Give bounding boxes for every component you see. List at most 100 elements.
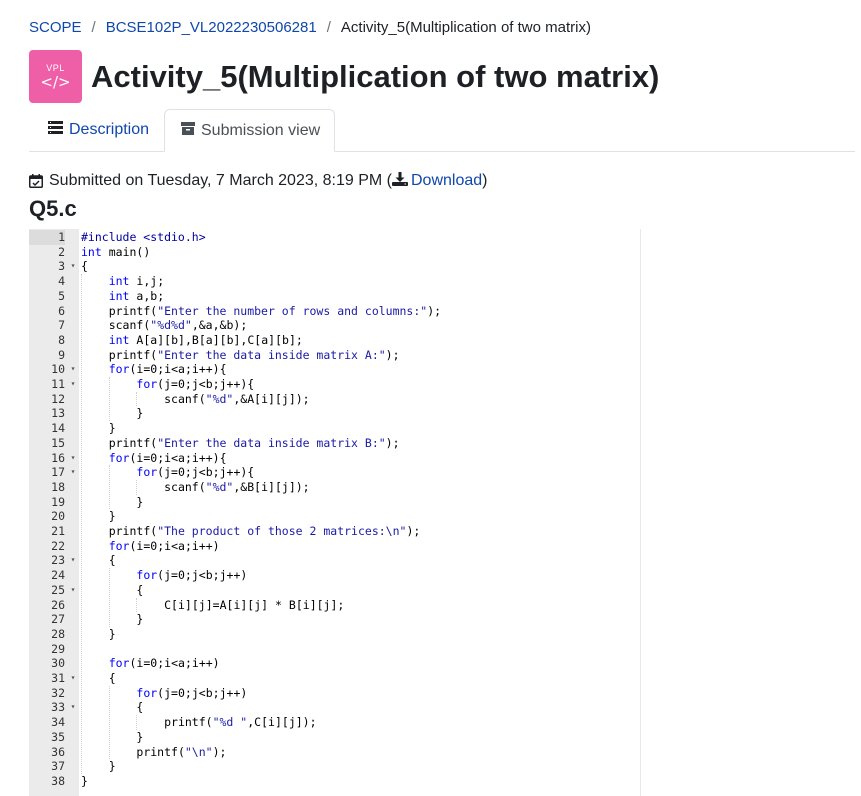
code-line[interactable]: 23 ▾ { — [29, 553, 641, 568]
fold-arrow-icon[interactable]: ▾ — [68, 465, 78, 480]
code-text: for(j=0;j<b;j++) — [136, 568, 248, 583]
line-number: 4 — [58, 274, 65, 289]
code-text: { — [81, 582, 144, 597]
code-line[interactable]: 36 printf("\n"); — [29, 745, 641, 760]
code-line[interactable]: 17 ▾ for(j=0;j<b;j++){ — [29, 465, 641, 480]
code-line[interactable]: 20 } — [29, 509, 641, 524]
breadcrumb: SCOPE / BCSE102P_VL2022230506281 / Activ… — [29, 17, 591, 37]
code-line[interactable]: 6 printf("Enter the number of rows and c… — [29, 304, 641, 319]
code-text: for(i=0;i<a;i++){ — [108, 450, 227, 465]
code-line[interactable]: 5 int a,b; — [29, 289, 641, 304]
code-line[interactable]: 34 printf("%d ",C[i][j]); — [29, 715, 641, 730]
indent-guide — [108, 377, 110, 422]
indent-guide — [108, 685, 110, 760]
fold-arrow-icon[interactable]: ▾ — [68, 700, 78, 715]
tab-description[interactable]: Description — [29, 109, 149, 151]
line-number: 2 — [58, 244, 65, 259]
line-number: 31 — [51, 671, 65, 685]
code-line[interactable]: 12 scanf("%d",&A[i][j]); — [29, 392, 641, 407]
code-text: scanf("%d",&B[i][j]); — [164, 479, 310, 494]
code-text: scanf("%d%d",&a,&b); — [108, 318, 248, 333]
breadcrumb-item-section[interactable]: BCSE102P_VL2022230506281 — [106, 19, 317, 36]
code-text: { — [81, 700, 144, 715]
fold-arrow-icon[interactable]: ▾ — [68, 583, 78, 598]
code-line[interactable]: 38} — [29, 774, 641, 789]
code-line[interactable]: 24 for(j=0;j<b;j++) — [29, 568, 641, 583]
code-line[interactable]: 3 ▾{ — [29, 259, 641, 274]
line-number: 13 — [51, 406, 65, 421]
code-line[interactable]: 15 printf("Enter the data inside matrix … — [29, 436, 641, 451]
code-line[interactable]: 32 for(j=0;j<b;j++) — [29, 686, 641, 701]
line-number: 3 — [58, 259, 65, 274]
code-text: C[i][j]=A[i][j] * B[i][j]; — [164, 597, 345, 612]
code-line[interactable]: 18 scanf("%d",&B[i][j]); — [29, 480, 641, 495]
submission-info: Submitted on Tuesday, 7 March 2023, 8:19… — [29, 172, 487, 190]
tab-submission-view[interactable]: Submission view — [164, 109, 335, 152]
code-line[interactable]: 4 int i,j; — [29, 274, 641, 289]
code-line[interactable]: 25 ▾ { — [29, 583, 641, 598]
code-line[interactable]: 29 — [29, 642, 641, 657]
code-text: for(i=0;i<a;i++) — [108, 538, 220, 553]
line-number: 25 — [51, 582, 65, 597]
code-line[interactable]: 2 int main() — [29, 245, 641, 260]
indent-guide — [136, 391, 138, 407]
line-number: 15 — [51, 435, 65, 450]
download-label: Download — [411, 172, 483, 189]
code-text: printf("Enter the data inside matrix B:"… — [108, 435, 400, 450]
line-number: 5 — [58, 288, 65, 303]
code-text: int A[a][b],B[a][b],C[a][b]; — [108, 332, 303, 347]
submission-date-text: Submitted on Tuesday, 7 March 2023, 8:19… — [49, 172, 392, 189]
indent-guide — [136, 715, 138, 730]
fold-arrow-icon[interactable]: ▾ — [68, 451, 78, 466]
line-number: 1 — [29, 230, 65, 245]
tab-bar: Description Submission view — [29, 109, 855, 152]
fold-arrow-icon[interactable]: ▾ — [68, 553, 78, 568]
code-line[interactable]: 28 } — [29, 627, 641, 642]
code-text: for(j=0;j<b;j++) — [136, 685, 248, 700]
code-text: scanf("%d",&A[i][j]); — [164, 391, 310, 406]
breadcrumb-separator: / — [91, 18, 96, 36]
indent-guide — [136, 479, 138, 495]
code-line[interactable]: 1 #include <stdio.h> — [29, 230, 641, 245]
code-line[interactable]: 8 int A[a][b],B[a][b],C[a][b]; — [29, 333, 641, 348]
code-text: for(i=0;i<a;i++) — [108, 656, 220, 671]
download-link[interactable]: Download — [392, 172, 482, 190]
code-line[interactable]: 26 C[i][j]=A[i][j] * B[i][j]; — [29, 598, 641, 613]
fold-arrow-icon[interactable]: ▾ — [68, 671, 78, 686]
code-line[interactable]: 14 } — [29, 421, 641, 436]
breadcrumb-item-course[interactable]: SCOPE — [29, 19, 82, 36]
code-line[interactable]: 31 ▾ { — [29, 671, 641, 686]
code-text: } — [81, 626, 116, 641]
fold-arrow-icon[interactable]: ▾ — [68, 259, 78, 274]
code-text: printf("Enter the data inside matrix A:"… — [108, 347, 400, 362]
line-number: 35 — [51, 729, 65, 744]
code-text: printf("%d ",C[i][j]); — [164, 715, 317, 730]
code-line[interactable]: 22 for(i=0;i<a;i++) — [29, 539, 641, 554]
code-line[interactable]: 11 ▾ for(j=0;j<b;j++){ — [29, 377, 641, 392]
code-line[interactable]: 27 } — [29, 612, 641, 627]
code-text: } — [81, 494, 144, 509]
code-line[interactable]: 10 ▾ for(i=0;i<a;i++){ — [29, 362, 641, 377]
code-line[interactable]: 9 printf("Enter the data inside matrix A… — [29, 348, 641, 363]
line-number: 21 — [51, 524, 65, 538]
fold-arrow-icon[interactable]: ▾ — [68, 377, 78, 392]
code-icon: </> — [40, 72, 71, 91]
file-name: Q5.c — [29, 196, 77, 221]
line-number: 17 — [51, 465, 65, 480]
code-line[interactable]: 37 } — [29, 759, 641, 774]
code-line[interactable]: 7 scanf("%d%d",&a,&b); — [29, 318, 641, 333]
code-line[interactable]: 19 } — [29, 495, 641, 510]
code-line[interactable]: 16 ▾ for(i=0;i<a;i++){ — [29, 451, 641, 466]
line-number: 27 — [51, 612, 65, 627]
line-number: 38 — [51, 773, 65, 788]
fold-arrow-icon[interactable]: ▾ — [68, 362, 78, 377]
code-line[interactable]: 21 printf("The product of those 2 matric… — [29, 524, 641, 539]
line-number: 33 — [51, 700, 65, 715]
code-editor[interactable]: 1 #include <stdio.h> 2 int main() 3 ▾{4 int i… — [29, 229, 641, 796]
code-line[interactable]: 13 } — [29, 406, 641, 421]
code-line[interactable]: 33 ▾ { — [29, 700, 641, 715]
indent-guide — [108, 568, 110, 627]
code-line[interactable]: 30 for(i=0;i<a;i++) — [29, 656, 641, 671]
vpl-icon-text: VPL — [46, 62, 65, 73]
code-line[interactable]: 35 } — [29, 730, 641, 745]
